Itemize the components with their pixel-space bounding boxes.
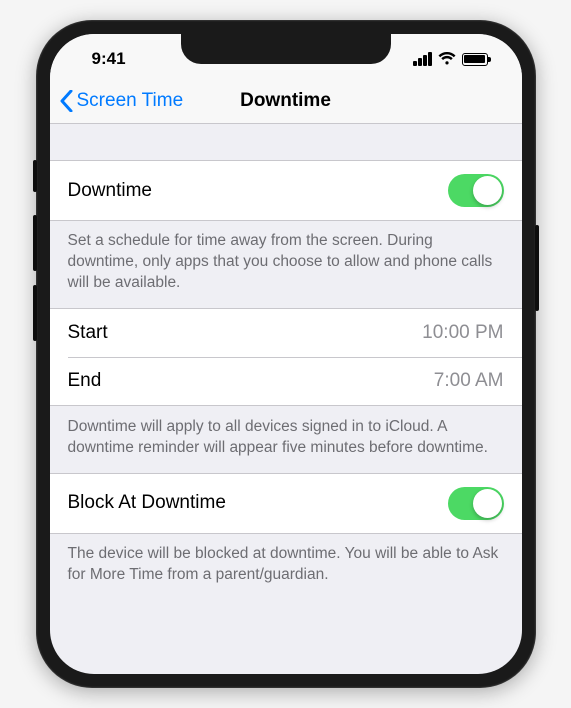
downtime-label: Downtime: [68, 180, 152, 202]
start-label: Start: [68, 322, 108, 344]
mute-switch: [33, 160, 37, 192]
block-footer: The device will be blocked at downtime. …: [50, 534, 522, 600]
nav-title: Downtime: [240, 90, 331, 112]
block-toggle-row[interactable]: Block At Downtime: [50, 473, 522, 534]
screen: 9:41 Screen Time Downtime Downtime: [50, 34, 522, 674]
downtime-toggle[interactable]: [448, 174, 504, 207]
side-button: [535, 225, 539, 311]
block-label: Block At Downtime: [68, 492, 226, 514]
status-right: [413, 46, 494, 66]
back-button[interactable]: Screen Time: [50, 90, 184, 112]
downtime-toggle-row[interactable]: Downtime: [50, 160, 522, 221]
phone-frame: 9:41 Screen Time Downtime Downtime: [36, 20, 536, 688]
downtime-footer: Set a schedule for time away from the sc…: [50, 221, 522, 308]
nav-bar: Screen Time Downtime: [50, 78, 522, 124]
content: Downtime Set a schedule for time away fr…: [50, 124, 522, 599]
start-value: 10:00 PM: [422, 322, 503, 344]
battery-icon: [462, 53, 488, 66]
chevron-left-icon: [60, 90, 73, 112]
volume-up-button: [33, 215, 37, 271]
back-label: Screen Time: [77, 90, 184, 112]
status-time: 9:41: [78, 43, 126, 69]
start-row[interactable]: Start 10:00 PM: [50, 308, 522, 357]
wifi-icon: [438, 52, 456, 66]
schedule-footer: Downtime will apply to all devices signe…: [50, 407, 522, 473]
volume-down-button: [33, 285, 37, 341]
cellular-signal-icon: [413, 52, 432, 66]
block-toggle[interactable]: [448, 487, 504, 520]
notch: [181, 34, 391, 64]
end-value: 7:00 AM: [434, 370, 504, 392]
end-label: End: [68, 370, 102, 392]
